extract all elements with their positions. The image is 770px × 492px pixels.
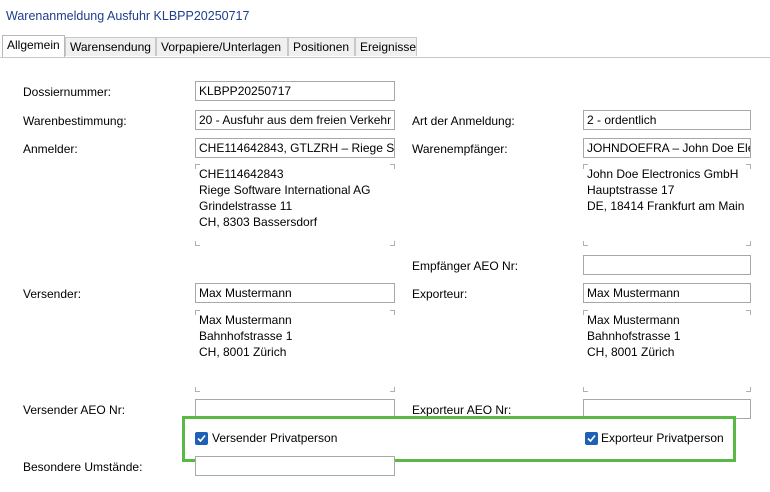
exporteur-field[interactable]: Max Mustermann	[583, 283, 751, 303]
art-der-anmeldung-field[interactable]: 2 - ordentlich	[583, 110, 751, 130]
address-line: CH, 8001 Zürich	[199, 345, 287, 359]
address-line: Grindelstrasse 11	[199, 199, 293, 213]
exporteur-privatperson-checkbox[interactable]	[585, 432, 598, 445]
empfaenger-aeo-field[interactable]	[583, 255, 751, 275]
address-line: John Doe Electronics GmbH	[587, 167, 739, 181]
checkmark-icon	[197, 434, 206, 443]
warenempfaenger-address: John Doe Electronics GmbH Hauptstrasse 1…	[583, 164, 751, 246]
besondere-umstaende-label: Besondere Umstände:	[23, 460, 143, 474]
empfaenger-aeo-label: Empfänger AEO Nr:	[412, 259, 519, 273]
art-der-anmeldung-label: Art der Anmeldung:	[412, 114, 515, 128]
address-line: Riege Software International AG	[199, 183, 371, 197]
besondere-umstaende-field[interactable]	[195, 456, 395, 476]
exporteur-privatperson-label[interactable]: Exporteur Privatperson	[601, 431, 724, 445]
anmelder-address: CHE114642843 Riege Software Internationa…	[195, 164, 395, 246]
warenempfaenger-field[interactable]: JOHNDOEFRA – John Doe Electronics	[583, 138, 751, 158]
address-line: CH, 8001 Zürich	[587, 345, 675, 359]
tab-vorpapiere-unterlagen[interactable]: Vorpapiere/Unterlagen	[156, 37, 288, 56]
tab-allgemein[interactable]: Allgemein	[2, 35, 65, 57]
versender-aeo-label: Versender AEO Nr:	[23, 403, 126, 417]
versender-label: Versender:	[23, 287, 82, 301]
versender-address: Max Mustermann Bahnhofstrasse 1 CH, 8001…	[195, 310, 395, 392]
warenbestimmung-field[interactable]: 20 - Ausfuhr aus dem freien Verkehr	[195, 110, 395, 130]
warenempfaenger-label: Warenempfänger:	[412, 142, 508, 156]
exporteur-label: Exporteur:	[412, 287, 468, 301]
versender-field[interactable]: Max Mustermann	[195, 283, 395, 303]
dossiernummer-field[interactable]: KLBPP20250717	[195, 81, 395, 101]
tab-warensendung[interactable]: Warensendung	[65, 37, 156, 56]
anmelder-label: Anmelder:	[23, 142, 78, 156]
address-line: Hauptstrasse 17	[587, 183, 675, 197]
address-line: DE, 18414 Frankfurt am Main	[587, 199, 745, 213]
exporteur-aeo-label: Exporteur AEO Nr:	[412, 403, 512, 417]
address-line: Max Mustermann	[587, 313, 680, 327]
address-line: Max Mustermann	[199, 313, 292, 327]
address-line: CH, 8303 Bassersdorf	[199, 215, 318, 229]
anmelder-field[interactable]: CHE114642843, GTLZRH – Riege Software	[195, 138, 395, 158]
address-line: Bahnhofstrasse 1	[199, 329, 293, 343]
versender-privatperson-checkbox[interactable]	[195, 432, 208, 445]
warenbestimmung-label: Warenbestimmung:	[23, 114, 127, 128]
tab-ereignisse[interactable]: Ereignisse	[355, 37, 417, 56]
window-title: Warenanmeldung Ausfuhr KLBPP20250717	[6, 9, 250, 23]
dossiernummer-label: Dossiernummer:	[23, 85, 112, 99]
checkmark-icon	[587, 434, 596, 443]
address-line: Bahnhofstrasse 1	[587, 329, 681, 343]
tab-positionen[interactable]: Positionen	[288, 37, 355, 56]
address-line: CHE114642843	[199, 167, 284, 181]
exporteur-address: Max Mustermann Bahnhofstrasse 1 CH, 8001…	[583, 310, 751, 392]
versender-privatperson-label[interactable]: Versender Privatperson	[212, 431, 337, 445]
